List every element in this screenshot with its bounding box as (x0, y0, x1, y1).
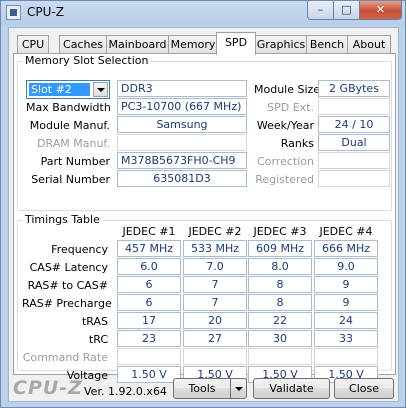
module-size-field: 2 GBytes (318, 80, 390, 97)
timings-col-header: JEDEC #4 (319, 225, 373, 238)
minimize-button[interactable]: – (307, 1, 334, 20)
timing-cell: 9.0 (314, 258, 378, 275)
timing-row-label: RAS# to CAS# (27, 279, 108, 292)
dram-manuf-field (117, 134, 247, 151)
timing-cell: 27 (183, 330, 247, 347)
timing-cell: 533 MHz (183, 240, 247, 257)
timings-group-title: Timings Table (23, 213, 102, 226)
timing-cell: 7 (183, 294, 247, 311)
timing-cell: 9 (314, 294, 378, 311)
slot-select[interactable]: Slot #2 (26, 80, 110, 99)
window-title: CPU-Z (27, 5, 64, 19)
timing-cell: 9 (314, 276, 378, 293)
validate-button[interactable]: Validate (253, 378, 330, 399)
week-year-label: Week/Year (256, 119, 314, 132)
module-manuf-field: Samsung (117, 116, 247, 133)
timing-cell: 666 MHz (314, 240, 378, 257)
timing-cell: 6 (117, 294, 181, 311)
timing-cell: 7 (183, 276, 247, 293)
timing-cell (117, 348, 181, 365)
timing-cell (248, 348, 312, 365)
cpuz-app-icon (6, 5, 21, 20)
week-year-field: 24 / 10 (318, 116, 390, 133)
memory-slot-group-title: Memory Slot Selection (23, 54, 151, 67)
timing-cell: 7.0 (183, 258, 247, 275)
correction-label: Correction (257, 155, 314, 168)
client-area: CPU Caches Mainboard Memory SPD Graphics… (8, 27, 399, 402)
tab-caches[interactable]: Caches (59, 35, 107, 54)
slot-select-value: Slot #2 (29, 83, 90, 96)
tools-button[interactable]: Tools (173, 378, 231, 399)
timings-col-header: JEDEC #2 (188, 225, 242, 238)
timing-cell: 30 (248, 330, 312, 347)
timing-row-label: Command Rate (22, 351, 108, 364)
serial-number-field: 635081D3 (117, 170, 247, 187)
memory-type-field: DDR3 (117, 80, 247, 97)
tab-about[interactable]: About (347, 35, 391, 54)
timing-cell: 24 (314, 312, 378, 329)
title-bar[interactable]: CPU-Z – □ ✕ (1, 1, 405, 25)
part-number-field: M378B5673FH0-CH9 (117, 152, 247, 169)
timing-cell: 23 (117, 330, 181, 347)
registered-label: Registered (255, 173, 314, 186)
maximize-button[interactable]: □ (333, 1, 360, 20)
timing-row-label: tRC (88, 333, 108, 346)
timings-col-header: JEDEC #3 (253, 225, 307, 238)
close-window-button[interactable]: ✕ (359, 1, 402, 20)
timing-cell: 8 (248, 276, 312, 293)
part-number-label: Part Number (40, 155, 110, 168)
tab-cpu[interactable]: CPU (17, 35, 49, 54)
tab-spd[interactable]: SPD (216, 32, 256, 55)
serial-number-label: Serial Number (31, 173, 110, 186)
timing-cell: 8.0 (248, 258, 312, 275)
timings-col-header: JEDEC #1 (122, 225, 176, 238)
timing-cell: 8 (248, 294, 312, 311)
max-bandwidth-field: PC3-10700 (667 MHz) (117, 98, 247, 115)
memory-slot-group: Memory Slot Selection Slot #2 DDR3 Modul… (17, 54, 392, 211)
timing-cell: 6.0 (117, 258, 181, 275)
timing-cell: 457 MHz (117, 240, 181, 257)
correction-field (318, 152, 390, 169)
cpuz-window: CPU-Z – □ ✕ CPU Caches Mainboard Memory … (0, 0, 406, 408)
timing-row-label: CAS# Latency (29, 261, 108, 274)
timing-cell: 22 (248, 312, 312, 329)
module-size-label: Module Size (254, 83, 321, 96)
version-label: Ver. 1.92.0.x64 (84, 385, 167, 398)
tab-memory[interactable]: Memory (168, 35, 218, 54)
tab-graphics[interactable]: Graphics (255, 35, 307, 54)
spd-panel: Memory Slot Selection Slot #2 DDR3 Modul… (13, 53, 396, 383)
chevron-down-icon[interactable] (93, 82, 108, 97)
max-bandwidth-label: Max Bandwidth (26, 101, 111, 114)
tab-bench[interactable]: Bench (306, 35, 348, 54)
timing-cell: 20 (183, 312, 247, 329)
tools-dropdown-arrow-icon[interactable] (230, 378, 247, 399)
cpuz-brand-logo: CPU-Z (13, 377, 83, 399)
tab-mainboard[interactable]: Mainboard (106, 35, 169, 54)
timing-cell: 609 MHz (248, 240, 312, 257)
timing-cell: 33 (314, 330, 378, 347)
module-manuf-label: Module Manuf. (29, 119, 110, 132)
spd-ext-label: SPD Ext. (267, 101, 314, 114)
registered-field (318, 170, 390, 187)
timing-cell (183, 348, 247, 365)
timing-cell: 1.50 V (117, 366, 181, 383)
timings-group: Timings Table JEDEC #1 JEDEC #2 JEDEC #3… (17, 213, 392, 383)
spd-ext-field (318, 98, 390, 115)
close-button[interactable]: Close (334, 378, 394, 399)
timing-row-label: Frequency (51, 243, 108, 256)
timing-row-label: tRAS (81, 315, 108, 328)
timing-cell: 17 (117, 312, 181, 329)
timing-row-label: RAS# Precharge (22, 297, 112, 310)
timing-cell: 6 (117, 276, 181, 293)
tab-bar: CPU Caches Mainboard Memory SPD Graphics… (13, 32, 397, 55)
timing-cell (314, 348, 378, 365)
dram-manuf-label: DRAM Manuf. (37, 137, 110, 150)
ranks-field: Dual (318, 134, 390, 151)
ranks-label: Ranks (280, 137, 314, 150)
